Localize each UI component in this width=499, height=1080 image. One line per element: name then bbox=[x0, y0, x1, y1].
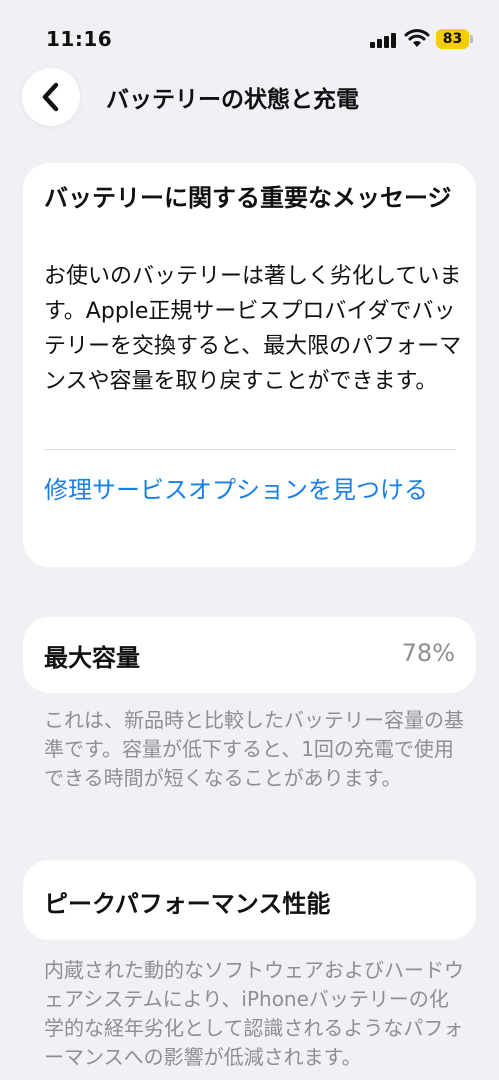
peak-performance-description: 内蔵された動的なソフトウェアおよびハードウェアシステムにより、iPhoneバッテ… bbox=[44, 958, 464, 1069]
battery-tip bbox=[470, 35, 473, 43]
divider bbox=[44, 449, 456, 450]
maximum-capacity-row: 最大容量 78% bbox=[23, 617, 476, 693]
peak-performance-row: ピークパフォーマンス性能 bbox=[23, 860, 476, 940]
back-button[interactable] bbox=[22, 68, 80, 126]
important-message-card: バッテリーに関する重要なメッセージ お使いのバッテリーは著しく劣化しています。A… bbox=[23, 163, 476, 567]
page-title: バッテリーの状態と充電 bbox=[106, 87, 359, 113]
cellular-signal-icon bbox=[370, 32, 398, 48]
status-bar: 11:16 83 bbox=[0, 0, 499, 70]
peak-performance-label: ピークパフォーマンス性能 bbox=[44, 890, 331, 918]
status-time: 11:16 bbox=[46, 27, 113, 51]
maximum-capacity-description: これは、新品時と比較したバッテリー容量の基準です。容量が低下すると、1回の充電で… bbox=[44, 708, 464, 790]
important-message-title: バッテリーに関する重要なメッセージ bbox=[44, 184, 452, 212]
maximum-capacity-label: 最大容量 bbox=[44, 644, 140, 672]
maximum-capacity-value: 78% bbox=[401, 639, 455, 667]
find-repair-options-link[interactable]: 修理サービスオプションを見つける bbox=[44, 472, 444, 508]
wifi-icon bbox=[404, 29, 430, 47]
chevron-left-icon bbox=[42, 82, 59, 112]
important-message-body: お使いのバッテリーは著しく劣化しています。Apple正規サービスプロバイダでバッ… bbox=[44, 264, 462, 394]
battery-icon: 83 bbox=[436, 29, 469, 49]
